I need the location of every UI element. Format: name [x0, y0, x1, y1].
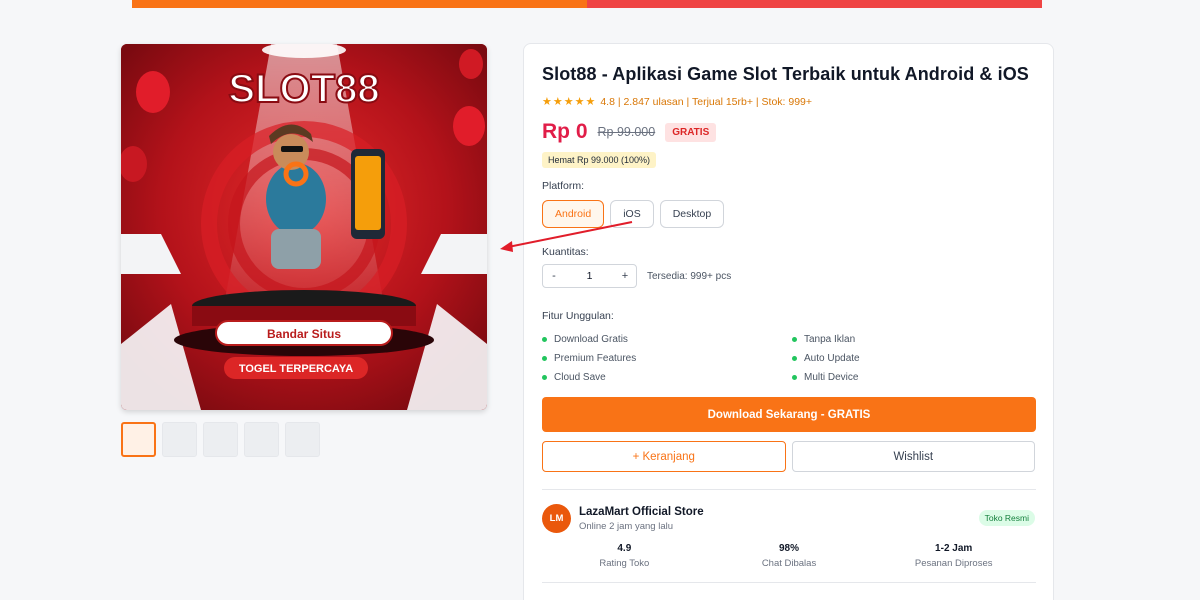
thumbnail-4[interactable]	[244, 422, 279, 457]
product-main-image[interactable]: SLOT88 Bandar Situs TOGEL TERPERCAYA	[121, 44, 487, 410]
saving-badge: Hemat Rp 99.000 (100%)	[542, 152, 657, 168]
features-list: Download Gratis Tanpa Iklan Premium Feat…	[542, 334, 1035, 383]
thumbnail-strip	[121, 422, 488, 457]
stat-value: 4.9	[617, 543, 632, 554]
official-store-badge: Toko Resmi	[978, 510, 1035, 526]
thumbnail-3[interactable]	[203, 422, 238, 457]
divider	[542, 582, 1036, 583]
product-title: Slot88 - Aplikasi Game Slot Terbaik untu…	[542, 64, 1029, 84]
store-text: LazaMart Official Store Online 2 jam yan…	[579, 506, 704, 532]
check-dot-icon	[792, 337, 797, 342]
features-label: Fitur Unggulan:	[542, 310, 614, 322]
feature-item: Multi Device	[792, 372, 1032, 383]
secondary-actions: + Keranjang Wishlist	[542, 441, 1035, 472]
store-stats: 4.9 Rating Toko 98% Chat Dibalas 1-2 Jam…	[542, 543, 1036, 569]
stat-value: 98%	[779, 543, 800, 554]
feature-text: Premium Features	[554, 353, 637, 364]
thumbnail-1[interactable]	[121, 422, 156, 457]
feature-text: Tanpa Iklan	[804, 334, 856, 345]
quantity-value[interactable]: 1	[565, 270, 614, 282]
platform-options: Android iOS Desktop	[542, 200, 1035, 228]
feature-text: Auto Update	[804, 353, 860, 364]
feature-item: Auto Update	[792, 353, 1032, 364]
product-meta: ★★★★★ 4.8 | 2.847 ulasan | Terjual 15rb+…	[542, 95, 1035, 109]
stat-value: 1-2 Jam	[935, 543, 973, 554]
check-dot-icon	[542, 375, 547, 380]
check-dot-icon	[792, 356, 797, 361]
platform-ios-button[interactable]: iOS	[610, 200, 654, 228]
feature-text: Cloud Save	[554, 372, 606, 383]
slot88-promo-artwork: SLOT88 Bandar Situs TOGEL TERPERCAYA	[121, 44, 487, 410]
artwork-banner-top: Bandar Situs	[267, 327, 341, 341]
platform-desktop-button[interactable]: Desktop	[659, 200, 725, 228]
platform-android-button[interactable]: Android	[542, 200, 605, 228]
product-gallery: SLOT88 Bandar Situs TOGEL TERPERCAYA	[121, 44, 488, 457]
original-price: Rp 99.000	[597, 125, 656, 139]
platform-label: Platform:	[542, 180, 585, 192]
store-info: LM LazaMart Official Store Online 2 jam …	[542, 504, 1035, 533]
store-name[interactable]: LazaMart Official Store	[579, 506, 704, 518]
thumbnail-5[interactable]	[285, 422, 320, 457]
add-to-cart-button[interactable]: + Keranjang	[542, 441, 786, 472]
feature-text: Multi Device	[804, 372, 859, 383]
stat-label: Rating Toko	[599, 558, 650, 569]
store-stat: 4.9 Rating Toko	[542, 543, 707, 569]
current-price: Rp 0	[542, 120, 588, 143]
quantity-increase-button[interactable]: +	[614, 270, 636, 282]
top-banner-right	[587, 0, 1042, 8]
feature-text: Download Gratis	[554, 334, 628, 345]
check-dot-icon	[792, 375, 797, 380]
rating-stars-icon: ★★★★★	[542, 96, 597, 108]
top-banner-left	[132, 0, 587, 8]
check-dot-icon	[542, 337, 547, 342]
artwork-banner-bottom: TOGEL TERPERCAYA	[239, 363, 353, 375]
quantity-stepper: - 1 +	[542, 264, 637, 288]
store-status: Online 2 jam yang lalu	[579, 520, 673, 532]
feature-item: Tanpa Iklan	[792, 334, 1032, 345]
quantity-decrease-button[interactable]: -	[543, 270, 565, 282]
check-dot-icon	[542, 356, 547, 361]
wishlist-button[interactable]: Wishlist	[791, 441, 1035, 472]
product-detail-card: Slot88 - Aplikasi Game Slot Terbaik untu…	[523, 43, 1054, 600]
feature-item: Premium Features	[542, 353, 792, 364]
store-avatar[interactable]: LM	[542, 504, 571, 533]
stat-label: Pesanan Diproses	[914, 558, 993, 569]
product-meta-text: 4.8 | 2.847 ulasan | Terjual 15rb+ | Sto…	[600, 95, 813, 108]
artwork-brand-text: SLOT88	[228, 67, 379, 111]
store-stat: 1-2 Jam Pesanan Diproses	[871, 543, 1036, 569]
quantity-row: - 1 + Tersedia: 999+ pcs	[542, 264, 1035, 288]
feature-item: Cloud Save	[542, 372, 792, 383]
store-stat: 98% Chat Dibalas	[707, 543, 872, 569]
free-badge: GRATIS	[665, 122, 717, 142]
thumbnail-2[interactable]	[162, 422, 197, 457]
stock-available: Tersedia: 999+ pcs	[647, 270, 732, 282]
quantity-label: Kuantitas:	[542, 246, 589, 258]
feature-item: Download Gratis	[542, 334, 792, 345]
top-banner-bar	[132, 0, 1042, 8]
price-row: Rp 0 Rp 99.000 GRATIS	[542, 120, 1035, 144]
download-button[interactable]: Download Sekarang - GRATIS	[542, 397, 1036, 432]
divider	[542, 489, 1036, 490]
stat-label: Chat Dibalas	[761, 558, 817, 569]
